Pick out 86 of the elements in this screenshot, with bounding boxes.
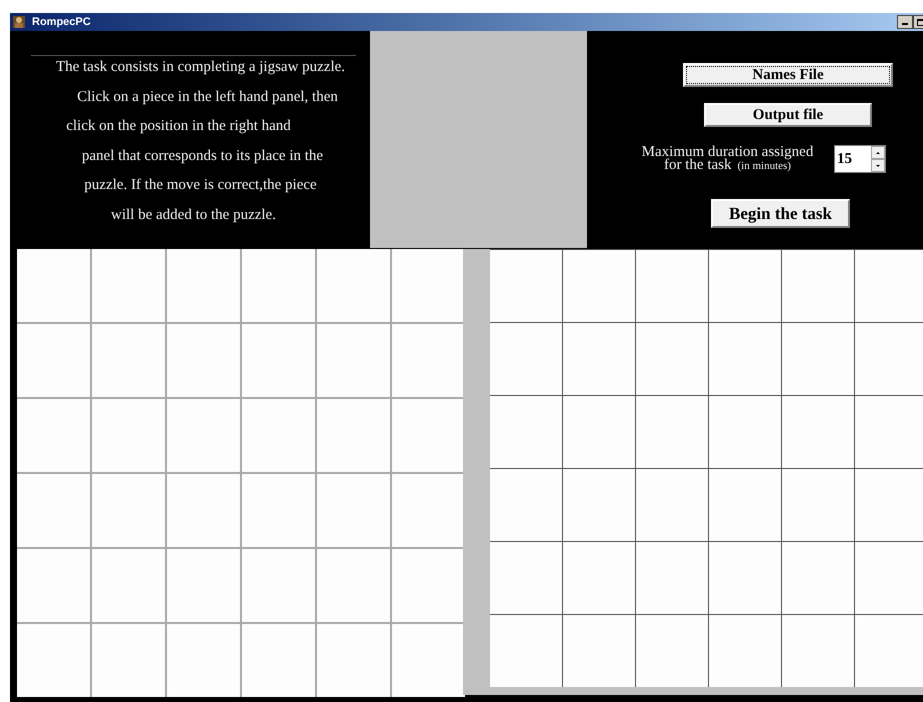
puzzle-piece-slot[interactable] — [317, 324, 390, 397]
board-cell[interactable] — [490, 396, 562, 468]
board-cell[interactable] — [636, 469, 708, 541]
puzzle-piece-slot[interactable] — [167, 399, 240, 472]
puzzle-piece-slot[interactable] — [17, 474, 90, 547]
puzzle-piece-slot[interactable] — [392, 399, 465, 472]
puzzle-piece-slot[interactable] — [242, 324, 315, 397]
board-cell[interactable] — [490, 323, 562, 395]
puzzle-piece-slot[interactable] — [242, 249, 315, 322]
puzzle-piece-slot[interactable] — [242, 624, 315, 697]
puzzle-piece-slot[interactable] — [167, 249, 240, 322]
puzzle-piece-slot[interactable] — [392, 624, 465, 697]
board-cell[interactable] — [709, 542, 781, 614]
puzzle-piece-slot[interactable] — [17, 549, 90, 622]
board-cell[interactable] — [563, 469, 635, 541]
puzzle-piece-slot[interactable] — [167, 549, 240, 622]
board-cell[interactable] — [855, 250, 923, 322]
puzzle-piece-slot[interactable] — [167, 324, 240, 397]
puzzle-piece-slot[interactable] — [17, 324, 90, 397]
puzzle-piece-slot[interactable] — [242, 399, 315, 472]
board-cell[interactable] — [636, 615, 708, 687]
board-cell[interactable] — [855, 323, 923, 395]
puzzle-piece-slot[interactable] — [92, 324, 165, 397]
spin-up-button[interactable] — [871, 146, 885, 159]
puzzle-piece-slot[interactable] — [392, 474, 465, 547]
duration-label: for the task — [664, 158, 732, 172]
board-cell[interactable] — [490, 615, 562, 687]
puzzle-piece-slot[interactable] — [17, 249, 90, 322]
board-cell[interactable] — [563, 542, 635, 614]
puzzle-piece-slot[interactable] — [317, 399, 390, 472]
board-cell[interactable] — [782, 615, 854, 687]
duration-value: 15 — [836, 150, 853, 169]
board-cell[interactable] — [563, 323, 635, 395]
board-cell[interactable] — [855, 542, 923, 614]
window-title: RompecPC — [32, 14, 91, 30]
board-cell[interactable] — [782, 396, 854, 468]
puzzle-piece-slot[interactable] — [392, 549, 465, 622]
board-cell[interactable] — [709, 469, 781, 541]
board-cell[interactable] — [636, 396, 708, 468]
puzzle-piece-slot[interactable] — [317, 249, 390, 322]
duration-label: Maximum duration assigned — [642, 146, 814, 158]
spin-down-button[interactable] — [871, 159, 885, 172]
board-cell[interactable] — [855, 615, 923, 687]
board-cell[interactable] — [636, 250, 708, 322]
board-cell[interactable] — [855, 396, 923, 468]
board-cell[interactable] — [490, 250, 562, 322]
board-cell[interactable] — [490, 469, 562, 541]
board-cell[interactable] — [782, 469, 854, 541]
board-cell[interactable] — [709, 615, 781, 687]
puzzle-piece-slot[interactable] — [92, 249, 165, 322]
board-cell[interactable] — [709, 250, 781, 322]
puzzle-piece-slot[interactable] — [317, 474, 390, 547]
button[interactable]: Output file — [704, 103, 872, 127]
puzzle-piece-slot[interactable] — [317, 624, 390, 697]
puzzle-piece-slot[interactable] — [92, 399, 165, 472]
unit-label: (in minutes) — [738, 160, 791, 172]
board-cell[interactable] — [563, 615, 635, 687]
board-cell[interactable] — [782, 323, 854, 395]
button[interactable]: Names File — [683, 63, 893, 87]
puzzle-piece-slot[interactable] — [392, 249, 465, 322]
board-cell[interactable] — [636, 323, 708, 395]
puzzle-piece-slot[interactable] — [167, 474, 240, 547]
button[interactable]: Begin the task — [711, 199, 850, 228]
minimize-button[interactable] — [897, 15, 913, 29]
puzzle-piece-slot[interactable] — [17, 624, 90, 697]
duration-spinner[interactable]: 15 — [834, 145, 886, 173]
board-cell[interactable] — [636, 542, 708, 614]
board-cell[interactable] — [563, 250, 635, 322]
puzzle-piece-slot[interactable] — [392, 324, 465, 397]
board-cell[interactable] — [709, 396, 781, 468]
board-cell[interactable] — [490, 542, 562, 614]
puzzle-piece-slot[interactable] — [242, 549, 315, 622]
puzzle-piece-slot[interactable] — [17, 399, 90, 472]
puzzle-piece-slot[interactable] — [92, 624, 165, 697]
board-cell[interactable] — [855, 469, 923, 541]
puzzle-piece-slot[interactable] — [317, 549, 390, 622]
board-cell[interactable] — [782, 250, 854, 322]
puzzle-piece-slot[interactable] — [92, 549, 165, 622]
board-cell[interactable] — [782, 542, 854, 614]
puzzle-piece-slot[interactable] — [92, 474, 165, 547]
app-icon — [12, 15, 26, 29]
instructions-text: The task consists in completing a jigsaw puzzle. Click on a piece in the left hand panel, then click on the position in the right hand panel that corresponds to its place in the puzzle. If the move is correct,the piece will be added to the puzzle. — [54, 58, 346, 224]
board-cell[interactable] — [563, 396, 635, 468]
board-cell[interactable] — [709, 323, 781, 395]
puzzle-piece-slot[interactable] — [167, 624, 240, 697]
puzzle-piece-slot[interactable] — [242, 474, 315, 547]
